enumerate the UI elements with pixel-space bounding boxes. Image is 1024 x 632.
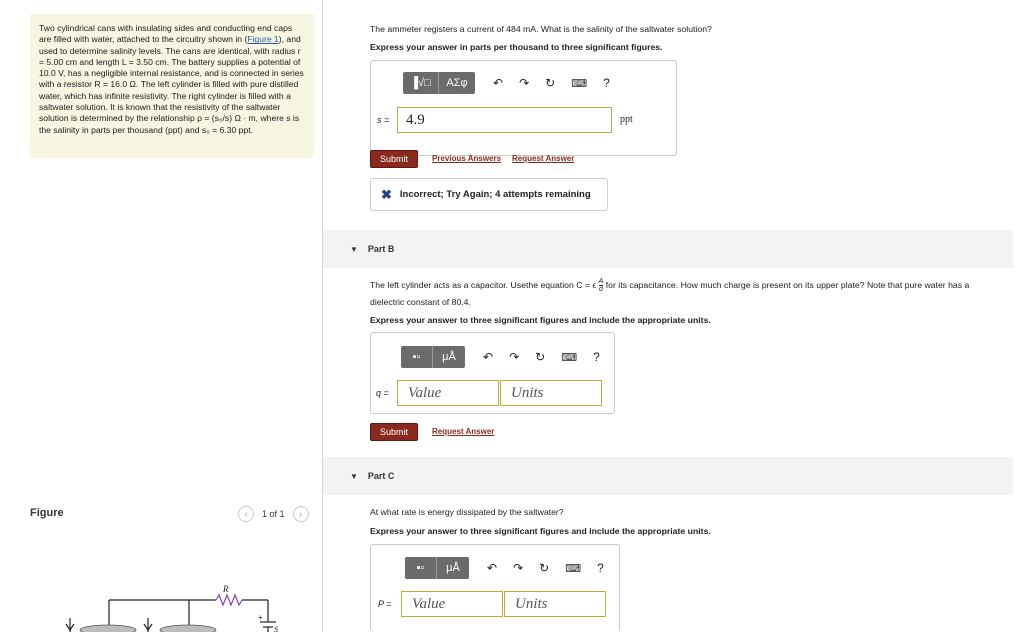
prev-figure-button[interactable]: ‹ — [238, 506, 254, 522]
redo-icon[interactable]: ↷ — [509, 350, 519, 364]
problem-pane: Two cylindrical cans with insulating sid… — [0, 0, 323, 632]
figure-label: Figure — [30, 507, 64, 519]
fraction-template-icon: ▪▫ — [412, 351, 421, 363]
redo-icon[interactable]: ↷ — [513, 561, 523, 575]
greek-symbols-button[interactable]: ΑΣφ — [439, 72, 475, 94]
ppt-unit-label: ppt — [620, 114, 633, 125]
figure-page-count: 1 of 1 — [262, 509, 285, 519]
keyboard-icon[interactable]: ⌨ — [571, 77, 587, 90]
part-a-request-answer-link[interactable]: Request Answer — [512, 154, 574, 163]
templates-button[interactable]: ▐√□ — [403, 72, 439, 94]
charge-units-input[interactable]: Units — [500, 380, 602, 406]
templates-button-b[interactable]: ▪▫ — [401, 346, 433, 368]
figure-pager: ‹ 1 of 1 › — [238, 506, 309, 522]
templates-button-c[interactable]: ▪▫ — [405, 557, 437, 579]
part-b-title: Part B — [367, 244, 395, 254]
keyboard-icon[interactable]: ⌨ — [561, 351, 577, 364]
undo-icon[interactable]: ↶ — [493, 76, 503, 90]
help-icon[interactable]: ? — [593, 350, 600, 364]
reset-icon[interactable]: ↻ — [535, 350, 545, 364]
reset-icon[interactable]: ↻ — [545, 76, 555, 90]
part-a-toolbar: ▐√□ ΑΣφ ↶ ↷ ↻ ⌨ ? — [403, 72, 610, 94]
part-b-submit-button[interactable]: Submit — [370, 423, 418, 441]
part-b-request-answer-link[interactable]: Request Answer — [432, 427, 494, 436]
previous-answers-link[interactable]: Previous Answers — [432, 154, 501, 163]
keyboard-icon[interactable]: ⌨ — [565, 562, 581, 575]
var-p-label: P = — [378, 599, 392, 609]
salinity-input[interactable]: 4.9 — [397, 107, 612, 133]
question-pane: The ammeter registers a current of 484 m… — [323, 0, 1024, 632]
chevron-right-icon: › — [298, 508, 303, 520]
collapse-triangle-icon: ▼ — [350, 244, 358, 254]
power-units-input[interactable]: Units — [504, 591, 606, 617]
part-b-question-line2: dielectric constant of 80.4. — [370, 297, 471, 307]
part-a-submit-button[interactable]: Submit — [370, 150, 418, 168]
circuit-diagram: R + S — [65, 584, 278, 632]
next-figure-button[interactable]: › — [292, 506, 309, 522]
part-c-title: Part C — [367, 471, 395, 481]
fraction-a-over-d: Ad — [598, 278, 604, 293]
part-c-header[interactable]: ▼ Part C — [323, 457, 1013, 495]
part-a-instruction: Express your answer in parts per thousan… — [370, 42, 663, 52]
feedback-text: Incorrect; Try Again; 4 attempts remaini… — [399, 189, 591, 200]
incorrect-feedback: ✖ Incorrect; Try Again; 4 attempts remai… — [370, 178, 608, 211]
undo-icon[interactable]: ↶ — [483, 350, 493, 364]
collapse-triangle-icon: ▼ — [350, 471, 358, 481]
undo-icon[interactable]: ↶ — [487, 561, 497, 575]
figure-link[interactable]: Figure 1 — [247, 34, 279, 44]
reset-icon[interactable]: ↻ — [539, 561, 549, 575]
part-b-question: The left cylinder acts as a capacitor. U… — [370, 278, 970, 293]
part-c-question: At what rate is energy dissipated by the… — [370, 507, 564, 517]
battery-plus-label: + — [258, 613, 263, 622]
switch-label: S — [274, 625, 278, 632]
var-s-label: s = — [377, 115, 390, 125]
units-button-c[interactable]: μÅ — [437, 557, 469, 579]
fraction-template-icon: ▪▫ — [416, 562, 425, 574]
help-icon[interactable]: ? — [597, 561, 604, 575]
problem-statement: Two cylindrical cans with insulating sid… — [30, 14, 314, 158]
part-b-header[interactable]: ▼ Part B — [323, 230, 1013, 268]
part-b-toolbar: ▪▫ μÅ ↶ ↷ ↻ ⌨ ? — [401, 346, 600, 368]
resistor-label: R — [222, 584, 229, 594]
power-value-input[interactable]: Value — [401, 591, 503, 617]
redo-icon[interactable]: ↷ — [519, 76, 529, 90]
part-c-toolbar: ▪▫ μÅ ↶ ↷ ↻ ⌨ ? — [405, 557, 604, 579]
part-b-instruction: Express your answer to three significant… — [370, 315, 711, 325]
var-q-label: q = — [376, 388, 389, 398]
chevron-left-icon: ‹ — [244, 508, 248, 520]
help-icon[interactable]: ? — [603, 76, 610, 90]
x-icon: ✖ — [381, 186, 392, 202]
units-button-b[interactable]: μÅ — [433, 346, 465, 368]
problem-text-rest: ), and used to determine salinity levels… — [39, 34, 304, 135]
part-a-question: The ammeter registers a current of 484 m… — [370, 24, 712, 34]
charge-value-input[interactable]: Value — [397, 380, 499, 406]
part-c-instruction: Express your answer to three significant… — [370, 526, 711, 536]
